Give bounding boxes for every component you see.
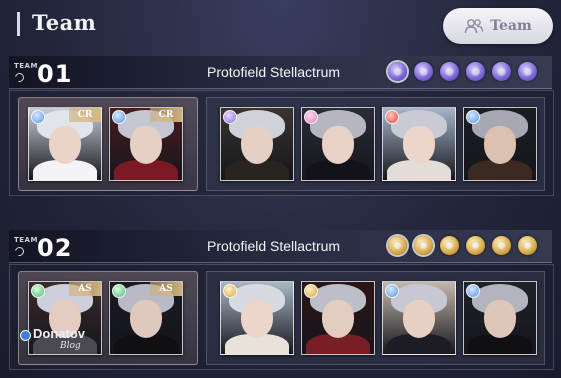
team-01-panel[interactable]: TEAM 01 Protofield Stellactrum CR CR bbox=[9, 56, 554, 196]
card-portrait-face bbox=[322, 126, 354, 164]
filled-gem-icon bbox=[388, 236, 407, 255]
team-number: 01 bbox=[37, 60, 73, 88]
rarity-badge: AS bbox=[69, 282, 101, 296]
main-card[interactable] bbox=[463, 107, 537, 181]
blue-gem-icon bbox=[466, 284, 480, 298]
team-name: Protofield Stellactrum bbox=[207, 238, 341, 254]
main-card[interactable] bbox=[220, 107, 294, 181]
page-title: Team bbox=[32, 10, 97, 35]
gem-slots bbox=[388, 62, 537, 81]
blue-gem-icon bbox=[31, 110, 45, 124]
team-header: TEAM 02 Protofield Stellactrum bbox=[9, 230, 552, 263]
team-people-icon bbox=[464, 19, 484, 34]
main-card[interactable] bbox=[463, 281, 537, 355]
card-portrait-face bbox=[241, 126, 273, 164]
header-accent-bar bbox=[17, 12, 20, 36]
team-header: TEAM 01 Protofield Stellactrum bbox=[9, 56, 552, 89]
card-portrait-face bbox=[403, 300, 435, 338]
gold-gem-icon bbox=[223, 284, 237, 298]
main-card[interactable] bbox=[382, 107, 456, 181]
rarity-badge: CR bbox=[150, 108, 182, 122]
moon-icon bbox=[13, 245, 26, 258]
card-portrait-face bbox=[49, 126, 81, 164]
card-portrait-face bbox=[484, 126, 516, 164]
main-card[interactable] bbox=[382, 281, 456, 355]
watermark-dot-icon bbox=[20, 330, 31, 341]
support-card[interactable]: CR bbox=[28, 107, 102, 181]
main-card-group bbox=[206, 271, 545, 365]
main-card[interactable] bbox=[301, 281, 375, 355]
main-card-group bbox=[206, 97, 545, 191]
empty-gem-icon bbox=[440, 62, 459, 81]
card-portrait-face bbox=[130, 126, 162, 164]
rarity-badge: AS bbox=[150, 282, 182, 296]
header: Team Team bbox=[0, 0, 561, 50]
pink-gem-icon bbox=[304, 110, 318, 124]
green-gem-icon bbox=[31, 284, 45, 298]
rarity-badge: CR bbox=[69, 108, 101, 122]
card-portrait-face bbox=[241, 300, 273, 338]
empty-gem-icon bbox=[414, 62, 433, 81]
empty-gem-icon bbox=[440, 236, 459, 255]
blue-gem-icon bbox=[112, 110, 126, 124]
team-tag: TEAM bbox=[14, 62, 38, 70]
moon-icon bbox=[13, 71, 26, 84]
team-number: 02 bbox=[37, 234, 73, 262]
team-button[interactable]: Team bbox=[443, 8, 553, 44]
empty-gem-icon bbox=[518, 236, 537, 255]
watermark-name: Donatov bbox=[33, 326, 85, 341]
empty-gem-icon bbox=[466, 236, 485, 255]
purple-gem-icon bbox=[223, 110, 237, 124]
team-name: Protofield Stellactrum bbox=[207, 64, 341, 80]
team-button-label: Team bbox=[490, 18, 532, 34]
main-card[interactable] bbox=[220, 281, 294, 355]
filled-gem-icon bbox=[414, 236, 433, 255]
empty-gem-icon bbox=[492, 236, 511, 255]
support-card-group: CR CR bbox=[18, 97, 198, 191]
support-card-group: AS AS bbox=[18, 271, 198, 365]
card-portrait-face bbox=[403, 126, 435, 164]
empty-gem-icon bbox=[466, 62, 485, 81]
team-body: CR CR bbox=[9, 90, 554, 196]
team-body: AS AS bbox=[9, 264, 554, 370]
main-card[interactable] bbox=[301, 107, 375, 181]
team-tag: TEAM bbox=[14, 236, 38, 244]
watermark-sub: Blog bbox=[60, 341, 81, 351]
gem-slots bbox=[388, 236, 537, 255]
card-portrait-face bbox=[130, 300, 162, 338]
blue-gem-icon bbox=[466, 110, 480, 124]
empty-gem-icon bbox=[492, 62, 511, 81]
support-card[interactable]: CR bbox=[109, 107, 183, 181]
filled-gem-icon bbox=[388, 62, 407, 81]
empty-gem-icon bbox=[518, 62, 537, 81]
blue-gem-icon bbox=[385, 284, 399, 298]
team-02-panel[interactable]: TEAM 02 Protofield Stellactrum AS AS bbox=[9, 230, 554, 370]
card-portrait-face bbox=[322, 300, 354, 338]
gold-gem-icon bbox=[304, 284, 318, 298]
green-gem-icon bbox=[112, 284, 126, 298]
card-portrait-face bbox=[484, 300, 516, 338]
red-gem-icon bbox=[385, 110, 399, 124]
support-card[interactable]: AS bbox=[109, 281, 183, 355]
